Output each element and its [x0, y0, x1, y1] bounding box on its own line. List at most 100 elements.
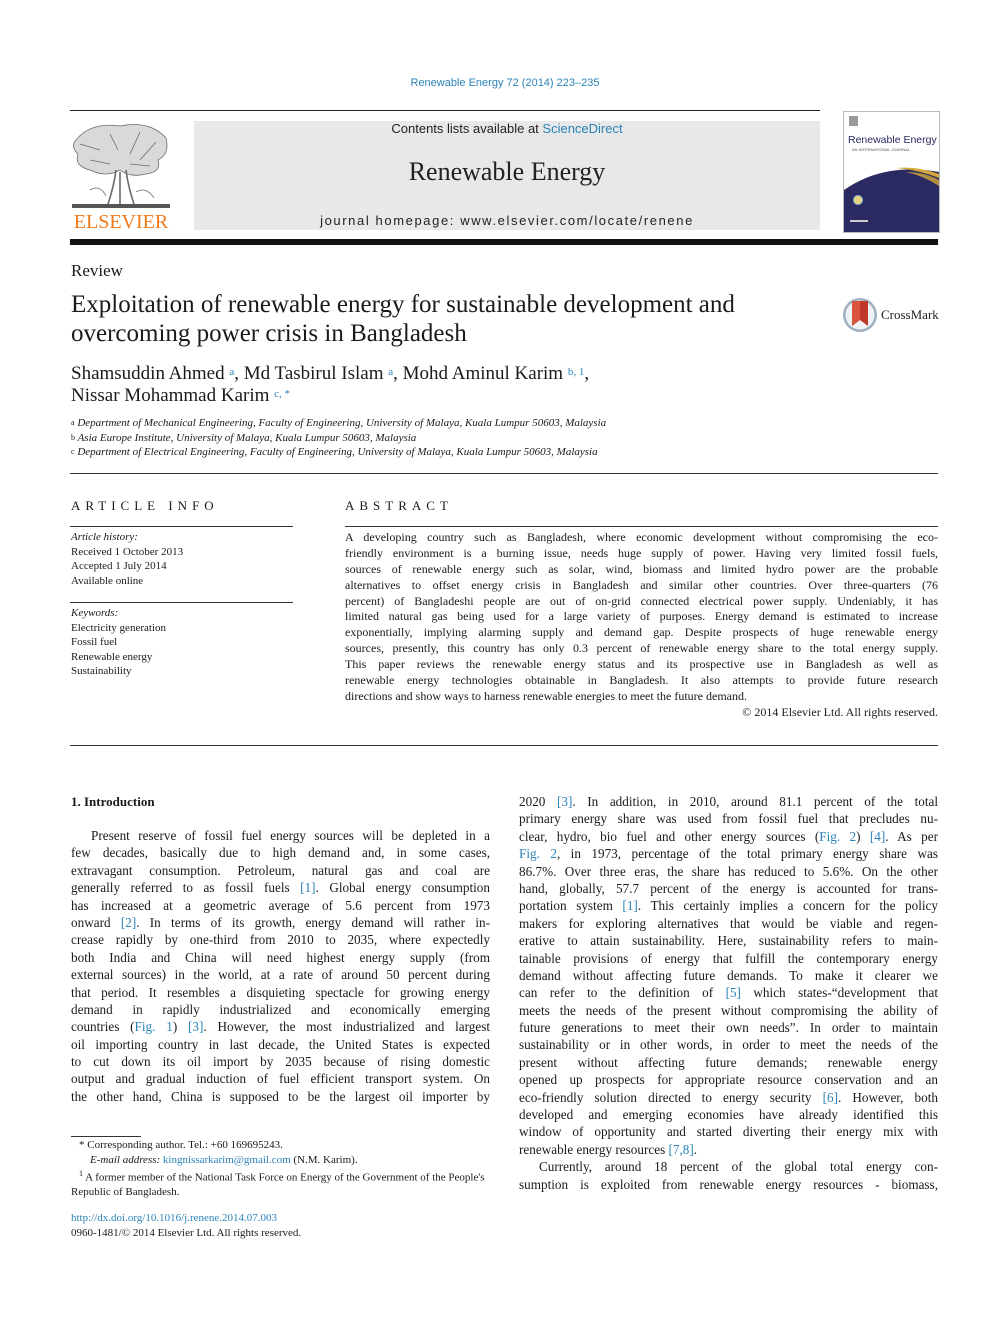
figure-reference-link[interactable]: Fig. 2	[519, 846, 557, 861]
contents-line: Contents lists available at ScienceDirec…	[194, 121, 820, 136]
crossmark-label: CrossMark	[881, 307, 939, 322]
author-affiliation-mark[interactable]: b, 1	[568, 366, 585, 378]
homepage-url-link[interactable]: www.elsevier.com/locate/renene	[460, 213, 694, 228]
citation-reference-link[interactable]: [1]	[622, 898, 637, 913]
divider	[70, 745, 938, 746]
homepage-prefix: journal homepage:	[320, 213, 461, 228]
crossmark-button[interactable]: CrossMark	[842, 296, 942, 336]
history-label: Article history:	[71, 531, 138, 543]
cover-title: Renewable Energy	[848, 134, 937, 146]
body-line: few decades, basically due to high deman…	[71, 844, 490, 861]
body-column-left: Present reserve of fossil fuel energy so…	[71, 827, 490, 1105]
author-affiliation-mark[interactable]: c, *	[274, 388, 290, 400]
divider	[345, 526, 938, 527]
abstract-line: renewable energy technologies obtainable…	[345, 673, 938, 688]
abstract-line: sources, presently, this country has onl…	[345, 641, 938, 656]
sciencedirect-link[interactable]: ScienceDirect	[542, 121, 622, 136]
body-text: output and gradual induction of fuel eff…	[71, 1071, 490, 1087]
body-text: sumption is exploited from renewable ene…	[519, 1176, 938, 1192]
affiliation-text: Department of Mechanical Engineering, Fa…	[77, 417, 607, 429]
journal-name: Renewable Energy	[408, 157, 606, 186]
header-rule	[70, 110, 820, 111]
header-thick-rule	[70, 239, 938, 245]
crossmark-icon	[843, 298, 877, 332]
body-line: demand without affecting future demands.…	[519, 967, 938, 984]
figure-reference-link[interactable]: Fig. 1	[135, 1019, 173, 1034]
title-line: Exploitation of renewable energy for sus…	[71, 291, 735, 318]
keyword: Sustainability	[71, 665, 132, 677]
citation-reference-link[interactable]: [2]	[121, 915, 136, 930]
author-name[interactable]: Mohd Aminul Karim	[403, 363, 563, 384]
author-line: Nissar Mohammad Karim c, *	[71, 385, 811, 407]
citation-text[interactable]: Renewable Energy 72 (2014) 223–235	[411, 77, 600, 89]
keyword: Renewable energy	[71, 650, 153, 663]
body-line: renewable energy resources [7,8].	[519, 1141, 938, 1158]
body-line: sumption is exploited from renewable ene…	[519, 1176, 938, 1193]
abstract-line: A developing country such as Bangladesh,…	[345, 530, 938, 544]
body-line: primary energy share was used from fossi…	[519, 810, 938, 827]
affiliation-mark: c	[71, 447, 75, 456]
body-line: that period. It resembles a disquieting …	[71, 984, 490, 1001]
abstract-line: alternatives to offset energy crisis in …	[345, 577, 938, 592]
affiliation: b Asia Europe Institute, University of M…	[71, 431, 871, 446]
body-text: the other hand, China is supposed to be …	[71, 1088, 490, 1104]
keywords-label: Keywords:	[71, 607, 119, 619]
body-text: Present reserve of fossil fuel energy so…	[91, 828, 490, 843]
body-line: demand in rapidly industrialized and eco…	[71, 1001, 490, 1018]
body-text: erative to attain sustainability. Here, …	[519, 933, 938, 949]
body-text: . In terms of its growth, energy demand …	[136, 914, 490, 930]
author-separator: ,	[584, 363, 590, 384]
article-info-heading: ARTICLE INFO	[71, 498, 219, 513]
body-text: onward	[71, 914, 121, 930]
body-line: crease rapidly by one-third from 2010 to…	[71, 931, 490, 948]
body-line: external sources) in the world, at a rat…	[71, 966, 490, 983]
cover-subtitle: AN INTERNATIONAL JOURNAL	[852, 147, 911, 152]
author-name[interactable]: Shamsuddin Ahmed	[71, 363, 225, 384]
body-line: tainable provisions of energy that fulfi…	[519, 950, 938, 967]
body-line: has increased at a geometric average of …	[71, 897, 490, 914]
author-name[interactable]: Md Tasbirul Islam	[244, 363, 384, 384]
body-line: Fig. 2, in 1973, percentage of the total…	[519, 845, 938, 862]
body-text: opened up prospects for appropriate reso…	[519, 1072, 938, 1088]
keywords: Keywords: Electricity generation Fossil …	[71, 606, 166, 679]
citation-reference-link[interactable]: [3]	[557, 794, 572, 809]
body-line: erative to attain sustainability. Here, …	[519, 932, 938, 949]
article-title: Exploitation of renewable energy for sus…	[71, 290, 811, 348]
keyword: Electricity generation	[71, 621, 166, 634]
body-text: . However, the most industrialized and l…	[203, 1019, 491, 1035]
doi-link[interactable]: http://dx.doi.org/10.1016/j.renene.2014.…	[71, 1211, 491, 1226]
body-text: )	[172, 1019, 188, 1035]
body-line: future generations to meet their own nee…	[519, 1019, 938, 1036]
email-label: E-mail address:	[90, 1153, 163, 1166]
citation-reference-link[interactable]: [7,8]	[669, 1142, 694, 1157]
citation-reference-link[interactable]: [4]	[870, 829, 885, 844]
author-affiliation-mark[interactable]: a	[388, 366, 393, 378]
body-text: which states-“development that	[740, 985, 938, 1001]
abstract-line: directions and show ways to harness rene…	[345, 688, 747, 703]
body-line: countries (Fig. 1) [3]. However, the mos…	[71, 1018, 490, 1035]
body-text: crease rapidly by one-third from 2010 to…	[71, 932, 490, 948]
title-line: overcoming power crisis in Bangladesh	[71, 320, 467, 347]
author-name[interactable]: Nissar Mohammad Karim	[71, 385, 269, 406]
body-line: present without affecting future demands…	[519, 1054, 938, 1071]
body-line: opened up prospects for appropriate reso…	[519, 1071, 938, 1088]
article-type: Review	[71, 261, 123, 280]
figure-reference-link[interactable]: Fig. 2	[819, 829, 856, 844]
citation-reference-link[interactable]: [5]	[726, 985, 741, 1000]
journal-citation-link[interactable]: Renewable Energy 72 (2014) 223–235	[0, 77, 992, 89]
body-text: )	[856, 828, 870, 844]
affiliation-text: Department of Electrical Engineering, Fa…	[77, 446, 598, 458]
citation-reference-link[interactable]: [3]	[188, 1019, 203, 1034]
journal-cover-thumbnail[interactable]: Renewable Energy AN INTERNATIONAL JOURNA…	[843, 111, 940, 233]
body-line: meets the needs of the present without c…	[519, 1002, 938, 1019]
footnote-1: 1 A former member of the National Task F…	[71, 1167, 491, 1200]
citation-reference-link[interactable]: [1]	[300, 880, 315, 895]
email-link[interactable]: kingnissarkarim@gmail.com	[163, 1154, 291, 1166]
body-text: demand in rapidly industrialized and eco…	[71, 1001, 490, 1017]
body-line: 86.7%. Over three eras, the share has re…	[519, 863, 938, 880]
author-affiliation-mark[interactable]: a	[229, 366, 234, 378]
citation-reference-link[interactable]: [6]	[823, 1090, 838, 1105]
abstract-line: percent) of Bangladeshi people are out o…	[345, 593, 938, 608]
body-text: . This certainly implies a concern for t…	[637, 898, 938, 914]
body-text: clear, hydro, bio fuel and other energy …	[519, 828, 820, 844]
